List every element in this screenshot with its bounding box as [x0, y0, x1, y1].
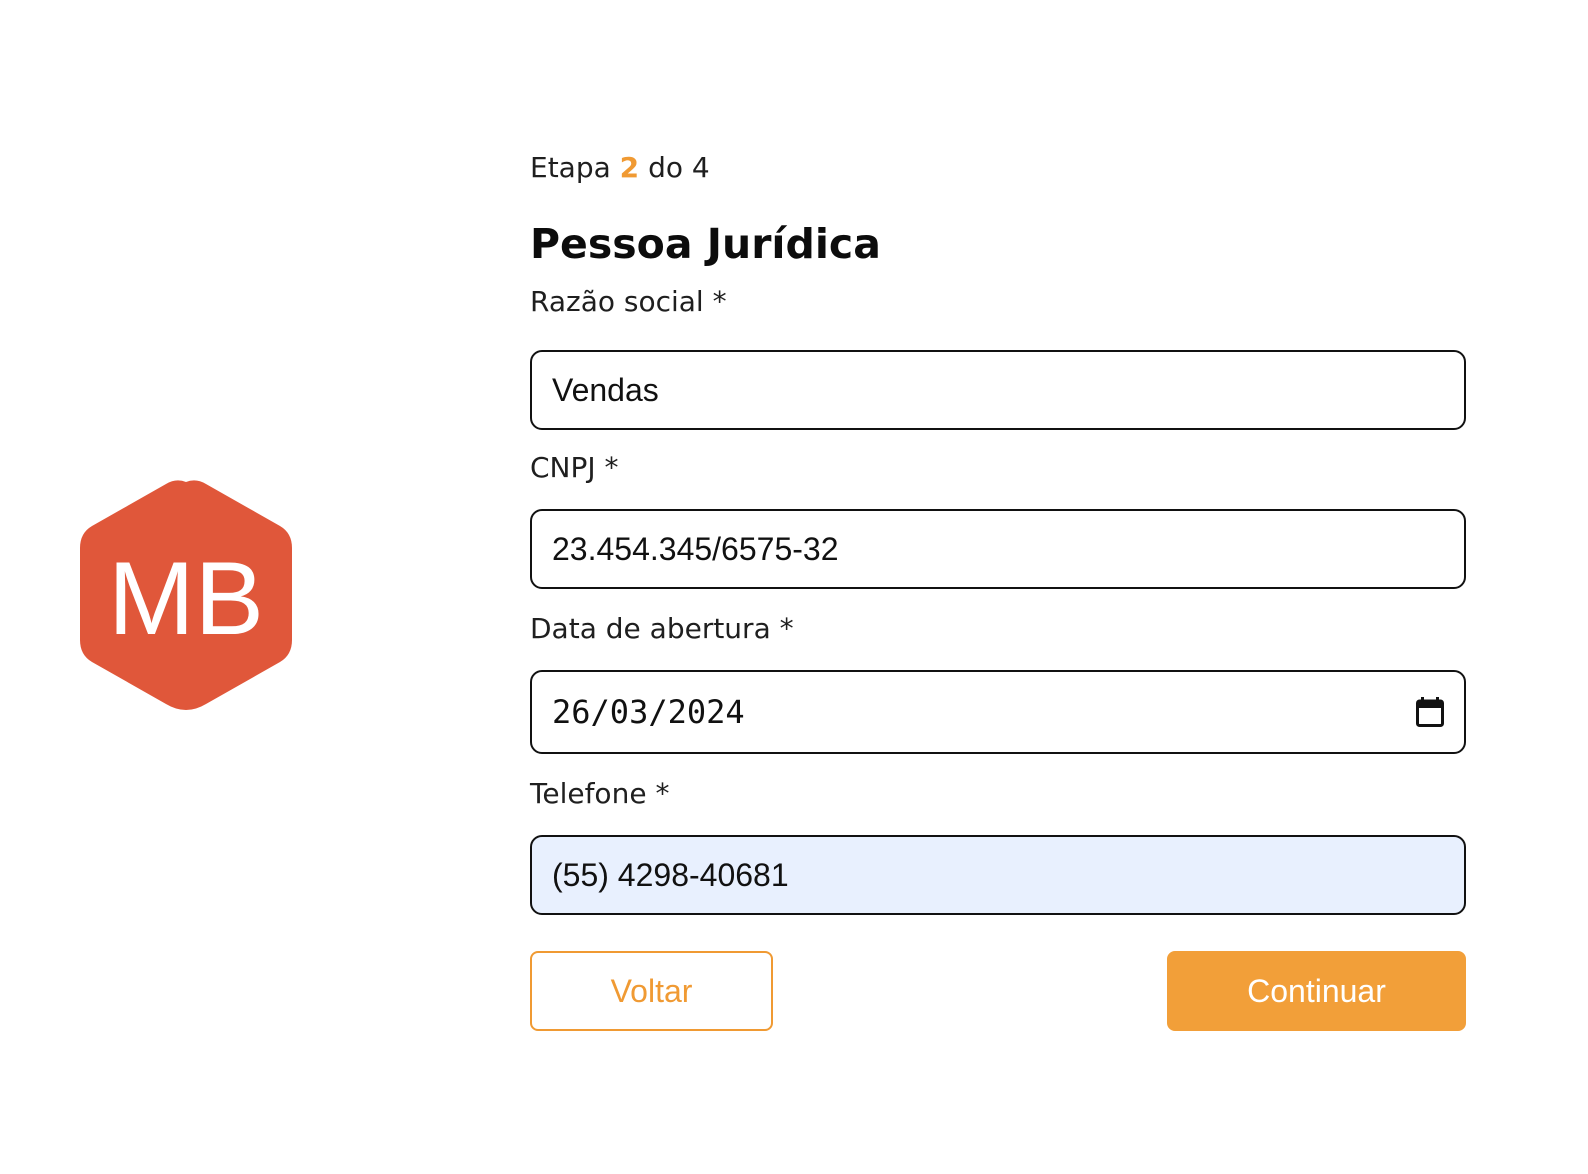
telefone-label: Telefone * — [530, 777, 670, 810]
form-actions: Voltar Continuar — [530, 951, 1466, 1031]
cnpj-input[interactable]: 23.454.345/6575-32 — [530, 509, 1466, 589]
brand-logo: MB — [80, 478, 292, 710]
step-suffix: do 4 — [648, 151, 710, 184]
cnpj-label: CNPJ * — [530, 451, 619, 484]
data-abertura-input[interactable]: 26/03/2024 — [530, 670, 1466, 754]
data-abertura-value: 26/03/2024 — [552, 693, 745, 731]
continue-button[interactable]: Continuar — [1167, 951, 1466, 1031]
razao-social-input[interactable]: Vendas — [530, 350, 1466, 430]
data-abertura-label: Data de abertura * — [530, 612, 794, 645]
step-indicator: Etapa 2 do 4 — [530, 140, 1466, 196]
cnpj-value: 23.454.345/6575-32 — [552, 530, 839, 567]
telefone-input[interactable]: (55) 4298-40681 — [530, 835, 1466, 915]
calendar-icon[interactable] — [1416, 697, 1444, 727]
back-button[interactable]: Voltar — [530, 951, 773, 1031]
step-current: 2 — [619, 151, 640, 184]
telefone-value: (55) 4298-40681 — [552, 856, 789, 893]
logo-text: MB — [108, 541, 264, 657]
registration-form: Etapa 2 do 4 Pessoa Jurídica Razão socia… — [530, 140, 1466, 1031]
razao-social-value: Vendas — [552, 371, 659, 408]
step-prefix: Etapa — [530, 151, 611, 184]
razao-social-label: Razão social * — [530, 285, 727, 318]
hexagon-logo-icon: MB — [80, 480, 292, 710]
page-title: Pessoa Jurídica — [530, 220, 881, 268]
